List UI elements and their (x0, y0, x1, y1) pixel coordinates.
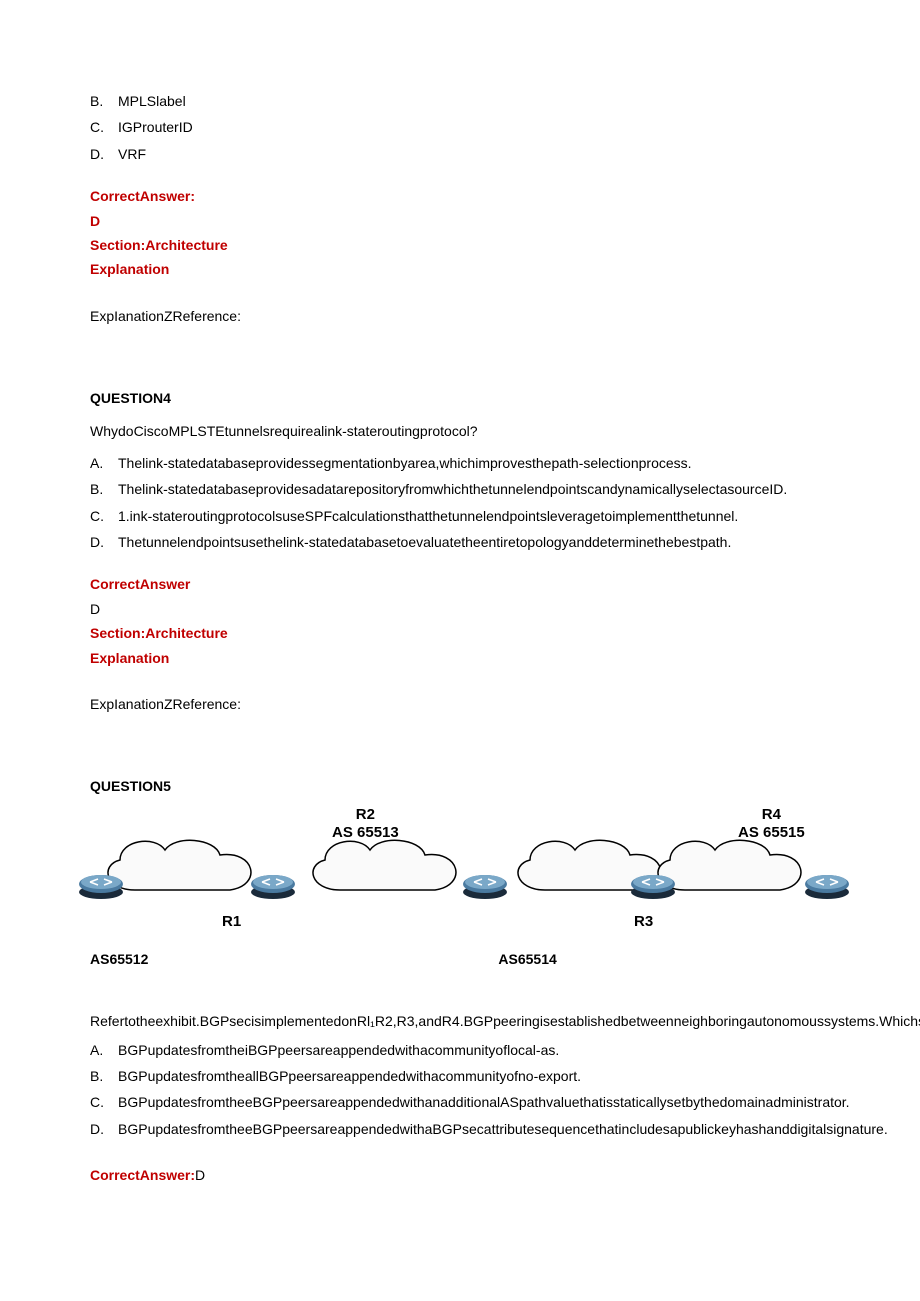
correct-answer-label: CorrectAnswer:D (90, 185, 830, 232)
diagram-label-r1: R1 (222, 910, 241, 934)
option-text: Thetunnelendpointsusethelink-statedataba… (118, 531, 830, 553)
option-line: D. Thetunnelendpointsusethelink-statedat… (90, 531, 830, 553)
option-letter: B. (90, 478, 118, 500)
option-letter: D. (90, 531, 118, 553)
router-icon (804, 870, 850, 900)
option-text: IGProuterID (118, 116, 830, 138)
option-text: MPLSlabel (118, 90, 830, 112)
option-line: A. Thelink-statedatabaseprovidessegmenta… (90, 452, 830, 474)
option-text: BGPupdatesfromtheeBGPpeersareappendedwit… (118, 1091, 850, 1113)
option-letter: C. (90, 1091, 118, 1113)
diagram-label-r4: R4 AS 65515 (738, 806, 805, 842)
option-line: D. VRF (90, 143, 830, 165)
q5-options: A. BGPupdatesfromtheiBGPpeersareappended… (90, 1039, 830, 1141)
section-label: Section:Architecture (90, 622, 830, 644)
explanation-label: Explanation (90, 258, 830, 280)
q3-options-continuation: B. MPLSlabel C. IGProuterID D. VRF (90, 90, 830, 165)
as-label: AS65514 (498, 948, 556, 970)
q4-answer-block: CorrectAnswerD Section:Architecture Expl… (90, 573, 830, 669)
option-text: BGPupdatesfromtheallBGPpeersareappendedw… (118, 1065, 830, 1087)
option-text: Thelink-statedatabaseprovidessegmentatio… (118, 452, 830, 474)
q5-prompt: Refertotheexhibit.BGPsecisimplementedonR… (90, 1010, 830, 1032)
network-diagram: R2 AS 65513 R4 AS 65515 R1 R3 (90, 808, 850, 948)
option-line: C. BGPupdatesfromtheeBGPpeersareappended… (90, 1091, 830, 1113)
option-text: Thelink-statedatabaseprovidesadatareposi… (118, 478, 830, 500)
q5-answer-block: CorrectAnswer:D (90, 1164, 830, 1186)
section-label: Section:Architecture (90, 234, 830, 256)
option-letter: A. (90, 452, 118, 474)
option-letter: B. (90, 1065, 118, 1087)
correct-answer-label: CorrectAnswer: (90, 1167, 195, 1183)
option-text: BGPupdatesfromtheeBGPpeersareappendedwit… (118, 1118, 888, 1140)
correct-answer-label: CorrectAnswerD (90, 573, 830, 620)
explanation-reference: ExpIanationZReference: (90, 305, 830, 327)
q3-answer-block: CorrectAnswer:D Section:Architecture Exp… (90, 185, 830, 281)
option-line: C. 1.ink-stateroutingprotocolsuseSPFcalc… (90, 505, 830, 527)
option-text: 1.ink-stateroutingprotocolsuseSPFcalcula… (118, 505, 830, 527)
router-icon (462, 870, 508, 900)
option-line: A. BGPupdatesfromtheiBGPpeersareappended… (90, 1039, 830, 1061)
router-icon (78, 870, 124, 900)
q4-heading: QUESTION4 (90, 387, 830, 409)
explanation-label: Explanation (90, 647, 830, 669)
option-letter: B. (90, 90, 118, 112)
option-line: B. Thelink-statedatabaseprovidesadatarep… (90, 478, 830, 500)
as-label: AS65512 (90, 948, 148, 970)
router-icon (630, 870, 676, 900)
q5-heading: QUESTION5 (90, 775, 830, 797)
option-letter: D. (90, 1118, 118, 1140)
option-line: B. BGPupdatesfromtheallBGPpeersareappend… (90, 1065, 830, 1087)
as-row: AS65512 AS65514 (90, 948, 830, 970)
option-text: VRF (118, 143, 830, 165)
document-page: B. MPLSlabel C. IGProuterID D. VRF Corre… (0, 0, 920, 1301)
option-letter: C. (90, 505, 118, 527)
option-line: D. BGPupdatesfromtheeBGPpeersareappended… (90, 1118, 830, 1140)
explanation-reference: ExpIanationZReference: (90, 693, 830, 715)
q4-prompt: WhydoCiscoMPLSTEtunnelsrequirealink-stat… (90, 420, 830, 442)
diagram-label-r3: R3 (634, 910, 653, 934)
option-line: C. IGProuterID (90, 116, 830, 138)
option-text: BGPupdatesfromtheiBGPpeersareappendedwit… (118, 1039, 830, 1061)
answer-letter: D (195, 1167, 205, 1183)
router-icon (250, 870, 296, 900)
q4-options: A. Thelink-statedatabaseprovidessegmenta… (90, 452, 830, 554)
option-letter: A. (90, 1039, 118, 1061)
option-letter: D. (90, 143, 118, 165)
option-letter: C. (90, 116, 118, 138)
option-line: B. MPLSlabel (90, 90, 830, 112)
diagram-label-r2: R2 AS 65513 (332, 806, 399, 842)
